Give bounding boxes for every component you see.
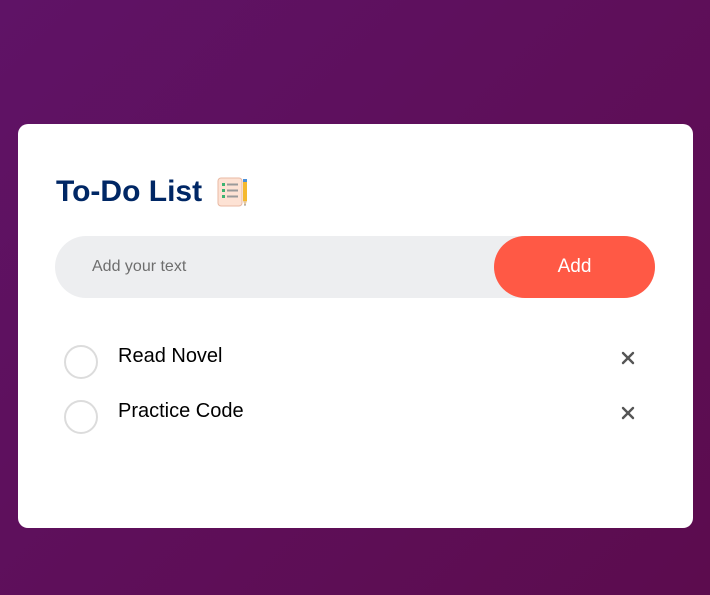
- app-title: To-Do List: [56, 175, 203, 208]
- task-label: Read Novel: [118, 345, 223, 367]
- add-task-row: Add: [55, 235, 655, 299]
- task-item[interactable]: Practice Code: [64, 391, 644, 446]
- close-icon[interactable]: [618, 348, 638, 368]
- task-checkbox[interactable]: [64, 400, 98, 434]
- title-row: To-Do List: [56, 174, 249, 210]
- todo-card: To-Do List Add Read Novel: [18, 124, 693, 528]
- task-item[interactable]: Read Novel: [64, 336, 644, 391]
- task-input[interactable]: [55, 235, 494, 299]
- close-icon[interactable]: [618, 403, 638, 423]
- add-button[interactable]: Add: [494, 236, 655, 298]
- task-list: Read Novel Practice Code: [64, 336, 644, 446]
- task-label: Practice Code: [118, 400, 244, 422]
- task-checkbox[interactable]: [64, 345, 98, 379]
- notepad-checklist-icon: [215, 175, 249, 209]
